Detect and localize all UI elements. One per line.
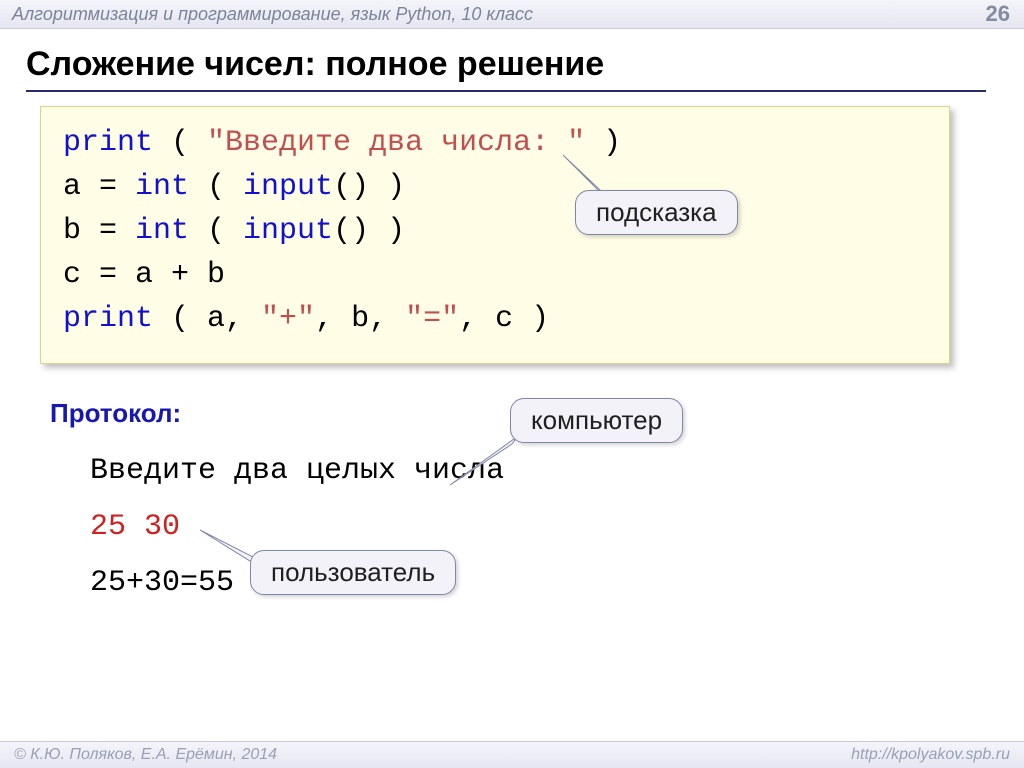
code-line-4: c = a + b	[63, 253, 927, 297]
code-block: print ( "Введите два числа: " ) a = int …	[40, 106, 950, 364]
slide-title: Сложение чисел: полное решение	[26, 45, 986, 92]
footer-left: © К.Ю. Поляков, Е.А. Ерёмин, 2014	[14, 742, 277, 768]
callout-user: пользователь	[250, 550, 456, 595]
code-line-5: print ( a, "+", b, "=", c )	[63, 297, 927, 341]
protocol-output: Введите два целых числа 25 30 25+30=55	[90, 443, 1024, 611]
callout-computer: компьютер	[510, 398, 683, 443]
slide-header: Алгоритмизация и программирование, язык …	[0, 0, 1024, 29]
footer-right: http://kpolyakov.spb.ru	[851, 742, 1010, 768]
page-number: 26	[986, 0, 1010, 28]
code-line-3: b = int ( input() )	[63, 209, 927, 253]
callout-hint: подсказка	[575, 190, 738, 235]
header-subject: Алгоритмизация и программирование, язык …	[12, 4, 533, 24]
code-line-1: print ( "Введите два числа: " )	[63, 121, 927, 165]
slide-footer: © К.Ю. Поляков, Е.А. Ерёмин, 2014 http:/…	[0, 741, 1024, 768]
proto-line-1: Введите два целых числа	[90, 443, 1024, 499]
code-line-2: a = int ( input() )	[63, 165, 927, 209]
